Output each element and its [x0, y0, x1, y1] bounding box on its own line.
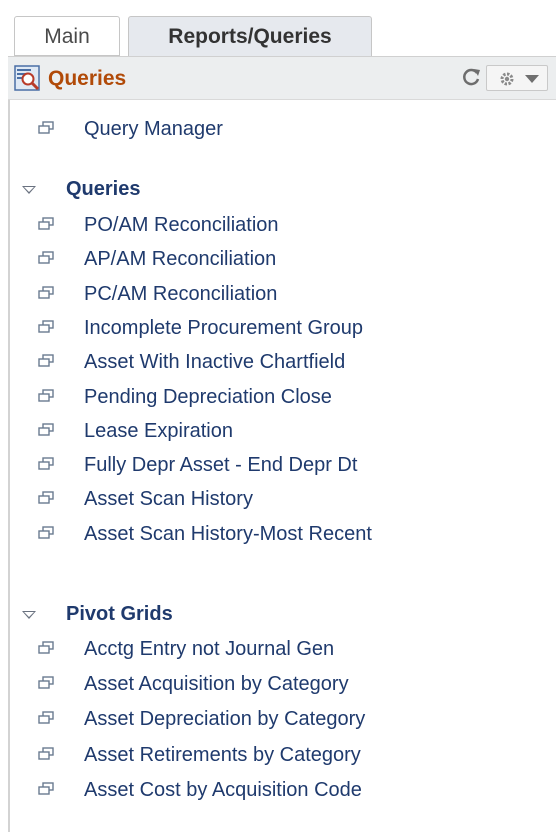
pagelet-left-border — [8, 100, 10, 832]
query-link[interactable]: Incomplete Procurement Group — [84, 313, 363, 343]
gear-icon — [500, 72, 514, 86]
tab-reports-queries[interactable]: Reports/Queries — [128, 16, 372, 56]
link-icon — [38, 354, 54, 367]
link-icon — [38, 641, 54, 654]
query-link[interactable]: Pending Depreciation Close — [84, 382, 332, 412]
link-icon — [38, 423, 54, 436]
link-icon — [38, 711, 54, 725]
link-icon — [38, 746, 54, 760]
link-icon — [38, 676, 54, 689]
settings-menu-button[interactable] — [486, 65, 548, 91]
collapse-triangle-inner — [24, 612, 34, 617]
query-manager-link[interactable]: Query Manager — [84, 114, 223, 144]
query-link[interactable]: Asset Retirements by Category — [84, 740, 361, 770]
query-link[interactable]: AP/AM Reconciliation — [84, 244, 276, 274]
pagelet-header: Queries — [8, 56, 556, 100]
queries-pagelet: Main Reports/Queries Queries Query Manag… — [0, 0, 556, 832]
link-icon — [38, 388, 54, 402]
link-icon — [38, 491, 54, 505]
link-icon — [38, 525, 54, 539]
query-link[interactable]: Asset With Inactive Chartfield — [84, 347, 345, 377]
query-link[interactable]: Fully Depr Asset - End Depr Dt — [84, 450, 357, 480]
query-link[interactable]: Asset Depreciation by Category — [84, 704, 365, 734]
link-icon — [38, 320, 54, 333]
query-link[interactable]: Lease Expiration — [84, 416, 233, 446]
tab-bar: Main Reports/Queries — [14, 16, 556, 56]
query-link[interactable]: Asset Acquisition by Category — [84, 669, 349, 699]
query-link[interactable]: Asset Cost by Acquisition Code — [84, 775, 362, 805]
pagelet-title: Queries — [48, 67, 127, 90]
link-icon — [38, 285, 54, 299]
link-icon — [38, 121, 54, 134]
query-link[interactable]: PC/AM Reconciliation — [84, 279, 277, 309]
collapse-triangle-inner — [24, 187, 34, 192]
group-title[interactable]: Queries — [66, 174, 140, 204]
link-icon — [38, 251, 54, 264]
query-report-icon — [14, 65, 40, 91]
chevron-down-icon — [525, 75, 539, 83]
query-link[interactable]: PO/AM Reconciliation — [84, 210, 279, 240]
tab-main[interactable]: Main — [14, 16, 120, 56]
link-icon — [38, 217, 54, 230]
query-link[interactable]: Asset Scan History — [84, 484, 253, 514]
query-link[interactable]: Acctg Entry not Journal Gen — [84, 634, 334, 664]
query-link[interactable]: Asset Scan History-Most Recent — [84, 519, 372, 549]
link-icon — [38, 457, 54, 470]
group-title[interactable]: Pivot Grids — [66, 599, 173, 629]
link-icon — [38, 782, 54, 795]
refresh-icon[interactable] — [460, 66, 482, 88]
